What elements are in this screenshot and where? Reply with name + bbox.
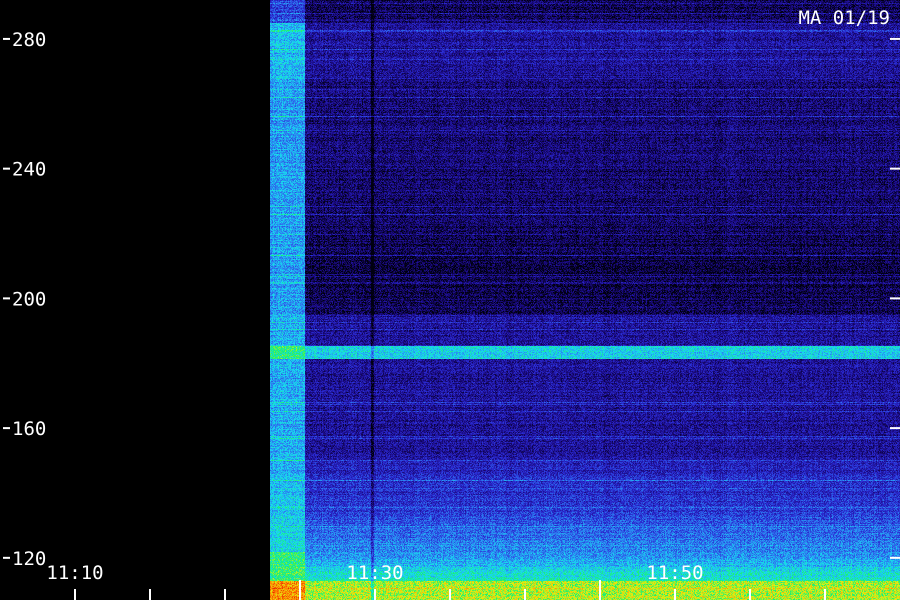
y-tick-label: 120 xyxy=(12,548,46,570)
y-tick-label: 240 xyxy=(12,159,46,181)
x-tick-label: 11:10 xyxy=(46,562,103,584)
y-tick-label: 200 xyxy=(12,288,46,310)
y-tick-label: 280 xyxy=(12,29,46,51)
x-tick-label: 11:30 xyxy=(346,562,403,584)
axes-overlay: 120 160 200 240 280 11:10 11:30 11:50 MA 01/19 xyxy=(3,7,900,600)
date-stamp: MA 01/19 xyxy=(798,7,890,29)
x-tick-label: 11:50 xyxy=(646,562,703,584)
y-tick-label: 160 xyxy=(12,418,46,440)
spectrogram-chart: 120 160 200 240 280 11:10 11:30 11:50 MA 01/19 xyxy=(0,0,900,600)
